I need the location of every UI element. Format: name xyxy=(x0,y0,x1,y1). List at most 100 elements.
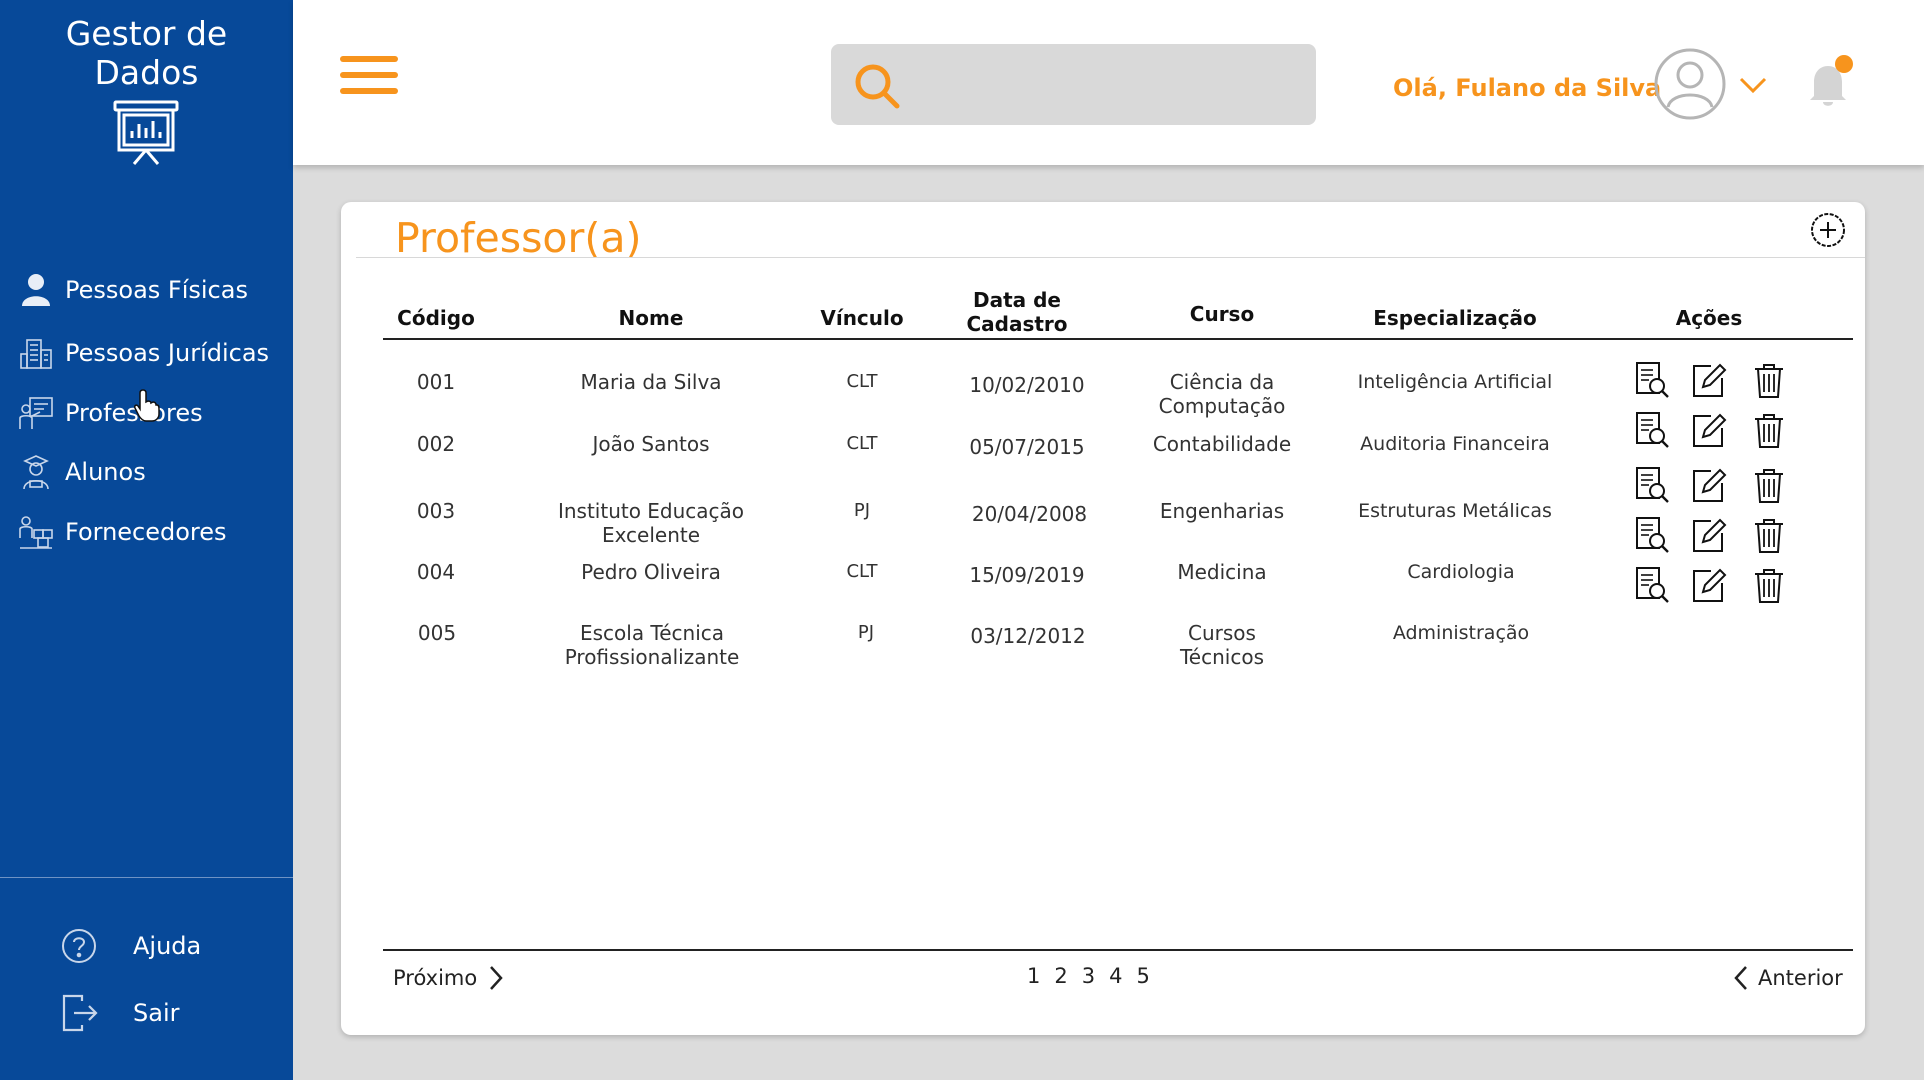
page-title: Professor(a) xyxy=(395,214,642,262)
view-details-icon[interactable] xyxy=(1631,565,1671,605)
top-header: Olá, Fulano da Silva xyxy=(293,0,1924,165)
cell-data: 05/07/2015 xyxy=(969,435,1085,459)
cell-curso: Engenharias xyxy=(1159,499,1285,523)
logout-icon xyxy=(62,994,98,1032)
cell-codigo: 003 xyxy=(416,499,456,523)
user-greeting: Olá, Fulano da Silva xyxy=(1393,74,1662,102)
cell-data: 10/02/2010 xyxy=(969,373,1085,397)
sidebar-item-fornecedores[interactable]: Fornecedores xyxy=(18,512,227,552)
view-details-icon[interactable] xyxy=(1631,360,1671,400)
page-link[interactable]: 4 xyxy=(1109,964,1122,988)
sidebar: Gestor de Dados Pessoas Físicas Pessoas … xyxy=(0,0,293,1080)
chevron-right-icon xyxy=(490,966,503,990)
cell-curso: Ciência da Computação xyxy=(1158,370,1286,418)
help-icon xyxy=(62,929,96,963)
help-label: Ajuda xyxy=(133,932,202,960)
page-link[interactable]: 3 xyxy=(1082,964,1095,988)
hamburger-bar xyxy=(340,72,398,78)
edit-icon[interactable] xyxy=(1689,515,1729,555)
view-details-icon[interactable] xyxy=(1631,515,1671,555)
cell-codigo: 004 xyxy=(416,560,456,584)
column-header-especializacao: Especialização xyxy=(1373,306,1537,330)
teacher-board-icon xyxy=(18,395,54,431)
edit-icon[interactable] xyxy=(1689,565,1729,605)
help-button[interactable]: Ajuda xyxy=(60,924,201,968)
delete-icon[interactable] xyxy=(1749,360,1789,400)
cell-nome: Maria da Silva xyxy=(580,370,722,394)
cell-vinculo: PJ xyxy=(857,622,875,643)
cell-codigo: 002 xyxy=(416,432,456,456)
chevron-left-icon xyxy=(1734,966,1747,990)
header-divider xyxy=(383,338,1853,340)
footer-divider xyxy=(383,949,1853,951)
next-page-button[interactable]: Próximo xyxy=(393,964,507,992)
delete-icon[interactable] xyxy=(1749,565,1789,605)
sidebar-item-label: Pessoas Jurídicas xyxy=(65,339,270,367)
view-details-icon[interactable] xyxy=(1631,465,1671,505)
brand-title: Gestor de Dados xyxy=(0,14,293,92)
cell-nome: Pedro Oliveira xyxy=(581,560,721,584)
building-icon xyxy=(18,335,54,371)
cell-vinculo: CLT xyxy=(846,561,878,582)
cell-especializacao: Cardiologia xyxy=(1407,561,1515,583)
sidebar-divider xyxy=(0,877,293,878)
column-header-data-cadastro: Data de Cadastro xyxy=(966,288,1068,336)
cell-curso: Medicina xyxy=(1177,560,1267,584)
search-input[interactable] xyxy=(915,60,1295,108)
cell-nome: João Santos xyxy=(592,432,710,456)
edit-icon[interactable] xyxy=(1689,410,1729,450)
pagination: 1 2 3 4 5 xyxy=(1027,964,1150,988)
supplier-icon xyxy=(18,514,54,550)
cell-especializacao: Estruturas Metálicas xyxy=(1358,500,1552,522)
page-link[interactable]: 1 xyxy=(1027,964,1040,988)
column-header-vinculo: Vínculo xyxy=(820,306,904,330)
next-page-label: Próximo xyxy=(393,966,478,990)
presentation-chart-icon xyxy=(113,100,179,165)
logout-button[interactable]: Sair xyxy=(60,991,179,1035)
cell-data: 20/04/2008 xyxy=(971,502,1088,526)
cell-especializacao: Administração xyxy=(1392,622,1530,644)
cell-curso: Cursos Técnicos xyxy=(1179,621,1264,669)
logout-label: Sair xyxy=(133,999,180,1027)
hamburger-bar xyxy=(340,88,398,94)
cell-codigo: 001 xyxy=(416,370,456,394)
brand-text: Gestor de Dados xyxy=(65,14,228,92)
student-icon xyxy=(18,454,54,490)
search-bar xyxy=(831,44,1316,125)
teachers-card: Professor(a) Código Nome Vínculo Data de… xyxy=(341,202,1865,1035)
column-header-curso: Curso xyxy=(1189,302,1255,326)
sidebar-item-pessoas-juridicas[interactable]: Pessoas Jurídicas xyxy=(18,333,269,373)
sidebar-item-alunos[interactable]: Alunos xyxy=(18,452,146,492)
sidebar-item-label: Alunos xyxy=(65,458,146,486)
previous-page-label: Anterior xyxy=(1758,966,1843,990)
search-icon[interactable] xyxy=(853,62,901,110)
view-details-icon[interactable] xyxy=(1631,410,1671,450)
sidebar-item-professores[interactable]: Professores xyxy=(18,393,203,433)
cell-vinculo: PJ xyxy=(853,500,871,521)
sidebar-item-pessoas-fisicas[interactable]: Pessoas Físicas xyxy=(18,270,248,310)
edit-icon[interactable] xyxy=(1689,360,1729,400)
page-link[interactable]: 2 xyxy=(1054,964,1067,988)
delete-icon[interactable] xyxy=(1749,465,1789,505)
page-link[interactable]: 5 xyxy=(1137,964,1150,988)
column-header-nome: Nome xyxy=(618,306,684,330)
notification-bell-icon[interactable] xyxy=(1796,52,1860,116)
previous-page-button[interactable]: Anterior xyxy=(1730,964,1843,992)
delete-icon[interactable] xyxy=(1749,515,1789,555)
sidebar-item-label: Fornecedores xyxy=(65,518,227,546)
menu-toggle-button[interactable] xyxy=(340,56,398,96)
user-avatar-icon[interactable] xyxy=(1653,47,1727,121)
cell-especializacao: Inteligência Artificial xyxy=(1357,371,1553,393)
hamburger-bar xyxy=(340,56,398,62)
chevron-down-icon[interactable] xyxy=(1736,68,1770,102)
cell-codigo: 005 xyxy=(417,621,457,645)
person-icon xyxy=(18,272,54,308)
cell-data: 15/09/2019 xyxy=(969,563,1085,587)
cell-vinculo: CLT xyxy=(846,433,878,454)
sidebar-item-label: Pessoas Físicas xyxy=(65,276,248,304)
add-circle-icon[interactable] xyxy=(1809,211,1847,249)
delete-icon[interactable] xyxy=(1749,410,1789,450)
edit-icon[interactable] xyxy=(1689,465,1729,505)
cell-nome: Escola Técnica Profissionalizante xyxy=(564,621,740,669)
column-header-codigo: Código xyxy=(397,306,475,330)
